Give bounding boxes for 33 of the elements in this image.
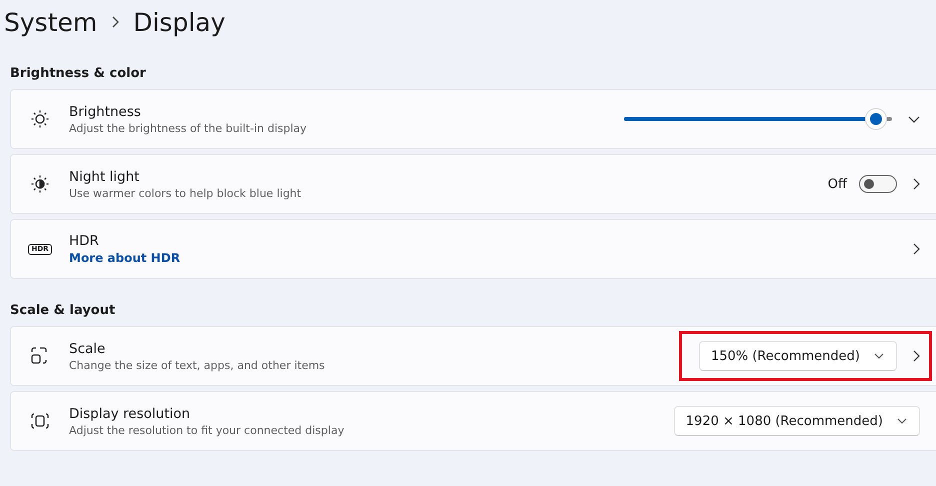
settings-card[interactable]: Display resolution Adjust the resolution to fit your connected display 1920 × 1080 (Recommended) [10, 391, 936, 451]
half-sun-icon [30, 174, 50, 194]
chevron-down-icon [897, 418, 907, 424]
breadcrumb-parent[interactable]: System [4, 8, 98, 36]
settings-card[interactable]: Brightness Adjust the brightness of the built-in display [10, 89, 936, 149]
section-heading: Brightness & color [9, 65, 147, 83]
settings-card[interactable]: Night light Use warmer colors to help block blue light Off [10, 154, 936, 214]
chevron-right-icon[interactable] [913, 243, 920, 255]
setting-description: Change the size of text, apps, and other items [69, 358, 326, 372]
dropdown[interactable]: 150% (Recommended) [698, 341, 897, 371]
resolution-icon [30, 411, 50, 431]
chevron-right-icon[interactable] [913, 350, 920, 362]
page-title: Display [133, 8, 226, 36]
setting-title: Night light [69, 168, 140, 184]
chevron-right-icon[interactable] [913, 178, 920, 190]
chevron-right-icon [111, 16, 120, 28]
toggle-switch[interactable] [859, 175, 897, 193]
chevron-down-icon[interactable] [908, 116, 920, 122]
dropdown[interactable]: 1920 × 1080 (Recommended) [674, 406, 920, 436]
sun-icon [30, 109, 50, 129]
chevron-down-icon [874, 353, 884, 359]
toggle-state-label: Off [828, 176, 847, 192]
settings-card[interactable]: Scale Change the size of text, apps, and other items 150% (Recommended) [10, 326, 936, 386]
more-info-link[interactable]: More about HDR [69, 251, 893, 265]
setting-title: Scale [69, 340, 106, 356]
setting-title: Brightness [69, 104, 142, 120]
brightness-slider[interactable] [624, 108, 892, 130]
setting-description: Use warmer colors to help block blue light [69, 186, 302, 200]
section-heading: Scale & layout [9, 302, 116, 320]
setting-title: Display resolution [69, 406, 192, 422]
setting-description: Adjust the brightness of the built-in display [69, 122, 308, 134]
setting-description: Adjust the resolution to fit your connected display [69, 424, 346, 436]
setting-title: HDR [69, 233, 100, 249]
